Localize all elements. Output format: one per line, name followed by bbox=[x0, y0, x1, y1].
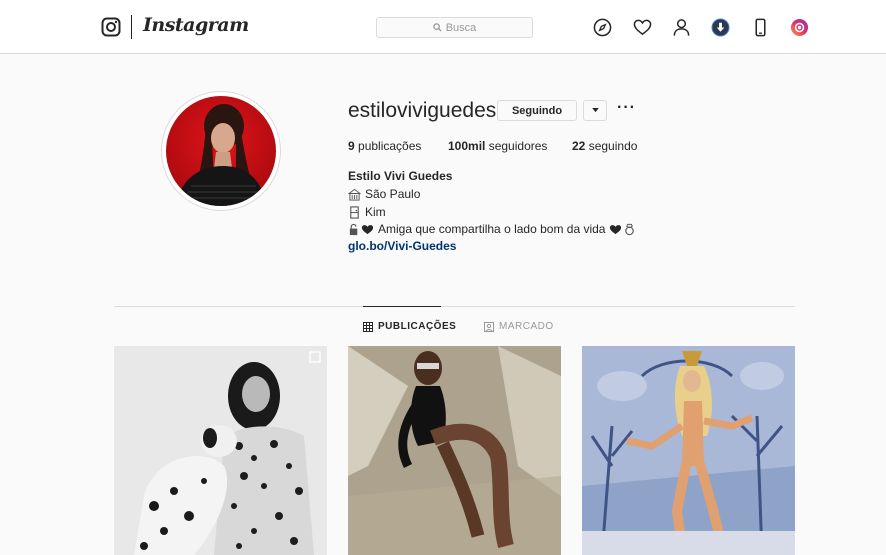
instagram-glyph-icon[interactable] bbox=[101, 17, 121, 37]
followers-count[interactable]: 100mil seguidores bbox=[448, 139, 547, 153]
multi-photo-icon bbox=[309, 351, 321, 363]
instagram-wordmark[interactable]: Instagram bbox=[143, 14, 249, 36]
search-icon bbox=[432, 23, 442, 32]
tagged-icon bbox=[484, 321, 494, 332]
search-input[interactable]: Busca bbox=[376, 17, 533, 38]
bio-name: Kim bbox=[348, 205, 386, 219]
caret-down-icon bbox=[591, 108, 599, 113]
heart-icon[interactable] bbox=[633, 18, 652, 37]
building-icon bbox=[348, 188, 361, 201]
top-navigation-bar: Instagram Busca bbox=[0, 0, 886, 54]
more-options-icon[interactable]: ··· bbox=[617, 100, 636, 116]
download-icon[interactable] bbox=[711, 18, 730, 37]
black-heart-icon bbox=[610, 224, 622, 234]
post-thumbnail-2[interactable] bbox=[348, 346, 561, 555]
black-heart-icon bbox=[361, 224, 374, 234]
grid-icon bbox=[363, 321, 373, 332]
following-count[interactable]: 22 seguindo bbox=[572, 139, 637, 153]
tab-posts[interactable]: PUBLICAÇÕES bbox=[363, 321, 456, 332]
mobile-icon[interactable] bbox=[751, 18, 770, 37]
ring-icon bbox=[625, 223, 635, 235]
following-button[interactable]: Seguindo bbox=[497, 100, 577, 121]
post-thumbnail-3[interactable] bbox=[582, 346, 795, 555]
bio-description: Amiga que compartilha o lado bom da vida bbox=[348, 222, 636, 236]
compass-icon[interactable] bbox=[593, 18, 612, 37]
bio-location: São Paulo bbox=[348, 187, 420, 201]
post-thumbnail-1[interactable] bbox=[114, 346, 327, 555]
bio-link[interactable]: glo.bo/Vivi-Guedes bbox=[348, 239, 456, 253]
posts-count: 9 publicações bbox=[348, 139, 422, 153]
door-icon bbox=[350, 205, 359, 219]
avatar[interactable] bbox=[166, 96, 276, 206]
lock-icon bbox=[349, 223, 358, 235]
active-tab-indicator bbox=[363, 306, 441, 307]
logo-divider bbox=[131, 15, 132, 39]
profile-full-name: Estilo Vivi Guedes bbox=[348, 169, 453, 183]
tab-tagged[interactable]: MARCADO bbox=[484, 321, 554, 332]
person-icon[interactable] bbox=[672, 18, 691, 37]
suggestions-dropdown-button[interactable] bbox=[583, 100, 607, 121]
search-placeholder: Busca bbox=[445, 21, 477, 34]
profile-username: estiloviviguedes bbox=[348, 99, 497, 122]
instagram-gradient-icon[interactable] bbox=[790, 18, 809, 37]
tabs-divider bbox=[114, 306, 795, 307]
